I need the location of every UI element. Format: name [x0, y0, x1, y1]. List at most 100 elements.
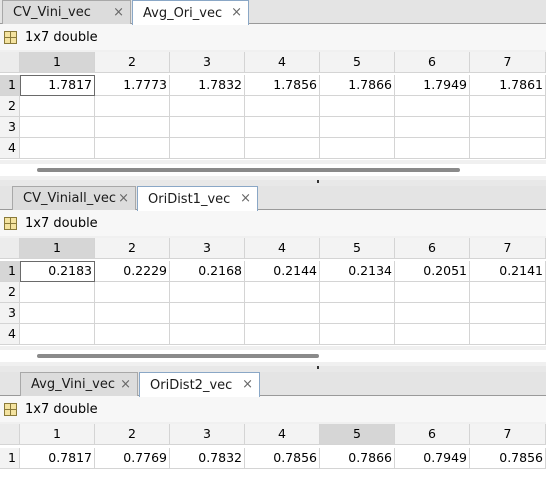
table-cell[interactable]: 0.7817: [20, 448, 95, 469]
tab-avg-ori-vec[interactable]: Avg_Ori_vec ×: [132, 0, 249, 25]
table-cell[interactable]: [170, 303, 245, 324]
close-icon[interactable]: ×: [118, 191, 129, 206]
close-icon[interactable]: ×: [240, 191, 251, 206]
table-cell[interactable]: 0.7949: [395, 448, 470, 469]
column-header[interactable]: 5: [320, 238, 395, 259]
table-cell[interactable]: [20, 96, 95, 117]
table-cell[interactable]: 0.7769: [95, 448, 170, 469]
table-cell[interactable]: [20, 138, 95, 159]
table-cell[interactable]: 0.2229: [95, 261, 170, 282]
table-cell[interactable]: 0.2144: [245, 261, 320, 282]
column-header[interactable]: 5: [320, 52, 395, 73]
table-cell[interactable]: [245, 138, 320, 159]
table-cell[interactable]: [170, 324, 245, 345]
table-cell[interactable]: [170, 96, 245, 117]
table-cell[interactable]: 0.2141: [470, 261, 546, 282]
table-cell[interactable]: [20, 282, 95, 303]
column-header[interactable]: 6: [395, 238, 470, 259]
horizontal-scrollbar[interactable]: [0, 350, 546, 362]
table-cell[interactable]: 0.2134: [320, 261, 395, 282]
column-header[interactable]: 4: [245, 424, 320, 445]
table-cell[interactable]: [245, 96, 320, 117]
variable-table[interactable]: 1 2 3 4 5 6 7 1 1.7817 1.7773 1.7832 1.7…: [0, 52, 546, 160]
table-cell[interactable]: 0.2051: [395, 261, 470, 282]
table-cell[interactable]: 1.7817: [20, 75, 95, 96]
table-cell[interactable]: [395, 303, 470, 324]
close-icon[interactable]: ×: [231, 5, 242, 20]
column-header[interactable]: 4: [245, 52, 320, 73]
table-cell[interactable]: [395, 96, 470, 117]
column-header[interactable]: 2: [95, 424, 170, 445]
row-header[interactable]: 4: [0, 138, 20, 159]
table-cell[interactable]: [470, 138, 546, 159]
table-cell[interactable]: 0.2183: [20, 261, 95, 282]
table-cell[interactable]: [170, 138, 245, 159]
table-cell[interactable]: 1.7949: [395, 75, 470, 96]
column-header[interactable]: 2: [95, 238, 170, 259]
table-cell[interactable]: [320, 96, 395, 117]
scrollbar-thumb[interactable]: [37, 354, 319, 358]
table-cell[interactable]: 1.7832: [170, 75, 245, 96]
table-cell[interactable]: [320, 324, 395, 345]
table-cell[interactable]: [470, 117, 546, 138]
column-header[interactable]: 7: [470, 52, 546, 73]
close-icon[interactable]: ×: [113, 5, 124, 20]
table-cell[interactable]: 0.7856: [245, 448, 320, 469]
table-cell[interactable]: [320, 282, 395, 303]
column-header[interactable]: 3: [170, 424, 245, 445]
table-cell[interactable]: 1.7866: [320, 75, 395, 96]
table-cell[interactable]: [245, 282, 320, 303]
row-header[interactable]: 2: [0, 282, 20, 303]
table-cell[interactable]: [170, 282, 245, 303]
row-header[interactable]: 1: [0, 75, 20, 96]
table-cell[interactable]: 0.7866: [320, 448, 395, 469]
column-header[interactable]: 7: [470, 424, 546, 445]
table-cell[interactable]: 1.7856: [245, 75, 320, 96]
scrollbar-thumb[interactable]: [37, 168, 460, 172]
table-cell[interactable]: 1.7773: [95, 75, 170, 96]
column-header[interactable]: 7: [470, 238, 546, 259]
table-cell[interactable]: [245, 324, 320, 345]
column-header[interactable]: 2: [95, 52, 170, 73]
table-cell[interactable]: [470, 96, 546, 117]
close-icon[interactable]: ×: [242, 377, 253, 392]
table-cell[interactable]: 1.7861: [470, 75, 546, 96]
column-header[interactable]: 4: [245, 238, 320, 259]
table-cell[interactable]: [95, 117, 170, 138]
table-cell[interactable]: 0.2168: [170, 261, 245, 282]
table-cell[interactable]: [395, 138, 470, 159]
table-cell[interactable]: [170, 117, 245, 138]
table-cell[interactable]: [395, 117, 470, 138]
row-header[interactable]: 1: [0, 261, 20, 282]
column-header[interactable]: 1: [20, 238, 95, 259]
table-cell[interactable]: [20, 117, 95, 138]
row-header[interactable]: 3: [0, 117, 20, 138]
table-cell[interactable]: [245, 117, 320, 138]
table-cell[interactable]: [95, 282, 170, 303]
column-header[interactable]: 1: [20, 52, 95, 73]
tab-avg-vini-vec[interactable]: Avg_Vini_vec ×: [20, 372, 138, 396]
column-header[interactable]: 1: [20, 424, 95, 445]
column-header[interactable]: 3: [170, 238, 245, 259]
table-cell[interactable]: [395, 282, 470, 303]
table-cell[interactable]: [20, 324, 95, 345]
table-cell[interactable]: [95, 303, 170, 324]
variable-table[interactable]: 1 2 3 4 5 6 7 1 0.2183 0.2229 0.2168 0.2…: [0, 238, 546, 346]
horizontal-scrollbar[interactable]: [0, 164, 546, 176]
table-cell[interactable]: [320, 303, 395, 324]
table-cell[interactable]: [20, 303, 95, 324]
table-cell[interactable]: [395, 324, 470, 345]
table-cell[interactable]: [470, 282, 546, 303]
tab-oridist1-vec[interactable]: OriDist1_vec ×: [137, 186, 258, 211]
table-cell[interactable]: 0.7856: [470, 448, 546, 469]
table-cell[interactable]: [470, 324, 546, 345]
column-header[interactable]: 5: [320, 424, 395, 445]
table-cell[interactable]: 0.7832: [170, 448, 245, 469]
table-cell[interactable]: [245, 303, 320, 324]
tab-cv-vini-vec[interactable]: CV_Vini_vec ×: [2, 0, 131, 24]
row-header[interactable]: 4: [0, 324, 20, 345]
column-header[interactable]: 3: [170, 52, 245, 73]
table-cell[interactable]: [470, 303, 546, 324]
table-cell[interactable]: [95, 324, 170, 345]
table-cell[interactable]: [320, 117, 395, 138]
